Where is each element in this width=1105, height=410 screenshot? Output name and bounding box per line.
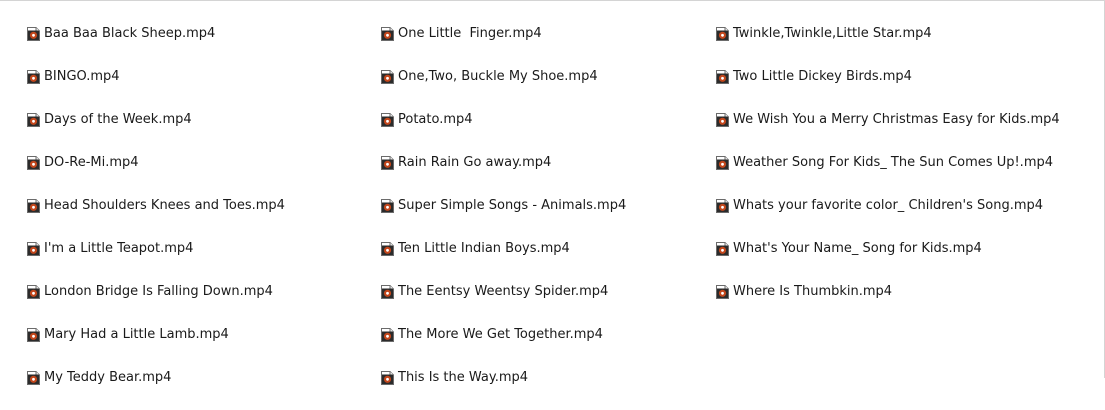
video-file-icon bbox=[27, 112, 40, 127]
video-file-icon bbox=[381, 112, 394, 127]
video-file-icon bbox=[716, 69, 729, 84]
file-name-label: I'm a Little Teapot.mp4 bbox=[44, 241, 194, 256]
file-name-label: DO-Re-Mi.mp4 bbox=[44, 155, 139, 170]
file-item[interactable]: Where Is Thumbkin.mp4 bbox=[716, 281, 1060, 302]
video-file-icon bbox=[27, 241, 40, 256]
video-file-icon bbox=[27, 155, 40, 170]
file-name-label: One Little Finger.mp4 bbox=[398, 26, 542, 41]
file-name-label: What's Your Name_ Song for Kids.mp4 bbox=[733, 241, 982, 256]
file-name-label: Head Shoulders Knees and Toes.mp4 bbox=[44, 198, 285, 213]
file-item[interactable]: Two Little Dickey Birds.mp4 bbox=[716, 66, 1060, 87]
file-name-label: Rain Rain Go away.mp4 bbox=[398, 155, 552, 170]
file-item[interactable]: Whats your favorite color_ Children's So… bbox=[716, 195, 1060, 216]
video-file-icon bbox=[716, 26, 729, 41]
video-file-icon bbox=[27, 284, 40, 299]
file-item[interactable]: Super Simple Songs - Animals.mp4 bbox=[381, 195, 626, 216]
file-item[interactable]: The More We Get Together.mp4 bbox=[381, 324, 626, 345]
file-item[interactable]: Baa Baa Black Sheep.mp4 bbox=[27, 23, 285, 44]
file-name-label: The More We Get Together.mp4 bbox=[398, 327, 603, 342]
video-file-icon bbox=[716, 155, 729, 170]
video-file-icon bbox=[381, 69, 394, 84]
file-item[interactable]: What's Your Name_ Song for Kids.mp4 bbox=[716, 238, 1060, 259]
file-item[interactable]: We Wish You a Merry Christmas Easy for K… bbox=[716, 109, 1060, 130]
file-item[interactable]: Twinkle,Twinkle,Little Star.mp4 bbox=[716, 23, 1060, 44]
file-name-label: We Wish You a Merry Christmas Easy for K… bbox=[733, 112, 1060, 127]
video-file-icon bbox=[381, 284, 394, 299]
file-column-1: Baa Baa Black Sheep.mp4 BINGO.mp4 Days of … bbox=[27, 23, 285, 410]
video-file-icon bbox=[27, 327, 40, 342]
file-item[interactable]: Potato.mp4 bbox=[381, 109, 626, 130]
file-name-label: Mary Had a Little Lamb.mp4 bbox=[44, 327, 229, 342]
file-item[interactable]: Head Shoulders Knees and Toes.mp4 bbox=[27, 195, 285, 216]
video-file-icon bbox=[716, 241, 729, 256]
file-name-label: One,Two, Buckle My Shoe.mp4 bbox=[398, 69, 598, 84]
file-name-label: Ten Little Indian Boys.mp4 bbox=[398, 241, 570, 256]
file-column-2: One Little Finger.mp4 One,Two, Buckle My … bbox=[381, 23, 626, 410]
file-item[interactable]: BINGO.mp4 bbox=[27, 66, 285, 87]
file-name-label: Weather Song For Kids_ The Sun Comes Up!… bbox=[733, 155, 1054, 170]
file-item[interactable]: DO-Re-Mi.mp4 bbox=[27, 152, 285, 173]
video-file-icon bbox=[27, 26, 40, 41]
file-item[interactable]: Mary Had a Little Lamb.mp4 bbox=[27, 324, 285, 345]
file-name-label: Where Is Thumbkin.mp4 bbox=[733, 284, 893, 299]
video-file-icon bbox=[381, 327, 394, 342]
file-item[interactable]: London Bridge Is Falling Down.mp4 bbox=[27, 281, 285, 302]
video-file-icon bbox=[716, 284, 729, 299]
file-name-label: BINGO.mp4 bbox=[44, 69, 120, 84]
file-item[interactable]: Weather Song For Kids_ The Sun Comes Up!… bbox=[716, 152, 1060, 173]
file-name-label: London Bridge Is Falling Down.mp4 bbox=[44, 284, 273, 299]
file-item[interactable]: I'm a Little Teapot.mp4 bbox=[27, 238, 285, 259]
file-name-label: Baa Baa Black Sheep.mp4 bbox=[44, 26, 216, 41]
file-name-label: Two Little Dickey Birds.mp4 bbox=[733, 69, 912, 84]
video-file-icon bbox=[381, 155, 394, 170]
video-file-icon bbox=[716, 198, 729, 213]
video-file-icon bbox=[716, 112, 729, 127]
file-item[interactable]: Ten Little Indian Boys.mp4 bbox=[381, 238, 626, 259]
file-column-3: Twinkle,Twinkle,Little Star.mp4 Two Littl… bbox=[716, 23, 1060, 324]
file-name-label: The Eentsy Weentsy Spider.mp4 bbox=[398, 284, 609, 299]
file-name-label: Potato.mp4 bbox=[398, 112, 473, 127]
file-name-label: Super Simple Songs - Animals.mp4 bbox=[398, 198, 627, 213]
video-file-icon bbox=[381, 26, 394, 41]
file-item[interactable]: One Little Finger.mp4 bbox=[381, 23, 626, 44]
video-file-icon bbox=[381, 241, 394, 256]
file-item[interactable]: The Eentsy Weentsy Spider.mp4 bbox=[381, 281, 626, 302]
file-item[interactable]: One,Two, Buckle My Shoe.mp4 bbox=[381, 66, 626, 87]
video-file-icon bbox=[381, 198, 394, 213]
file-name-label: Days of the Week.mp4 bbox=[44, 112, 192, 127]
file-item[interactable]: Rain Rain Go away.mp4 bbox=[381, 152, 626, 173]
video-file-icon bbox=[27, 198, 40, 213]
file-name-label: Twinkle,Twinkle,Little Star.mp4 bbox=[733, 26, 932, 41]
file-name-label: Whats your favorite color_ Children's So… bbox=[733, 198, 1044, 213]
file-item[interactable]: Days of the Week.mp4 bbox=[27, 109, 285, 130]
video-file-icon bbox=[27, 69, 40, 84]
file-list-view[interactable]: Baa Baa Black Sheep.mp4 BINGO.mp4 Days of … bbox=[0, 0, 1105, 385]
